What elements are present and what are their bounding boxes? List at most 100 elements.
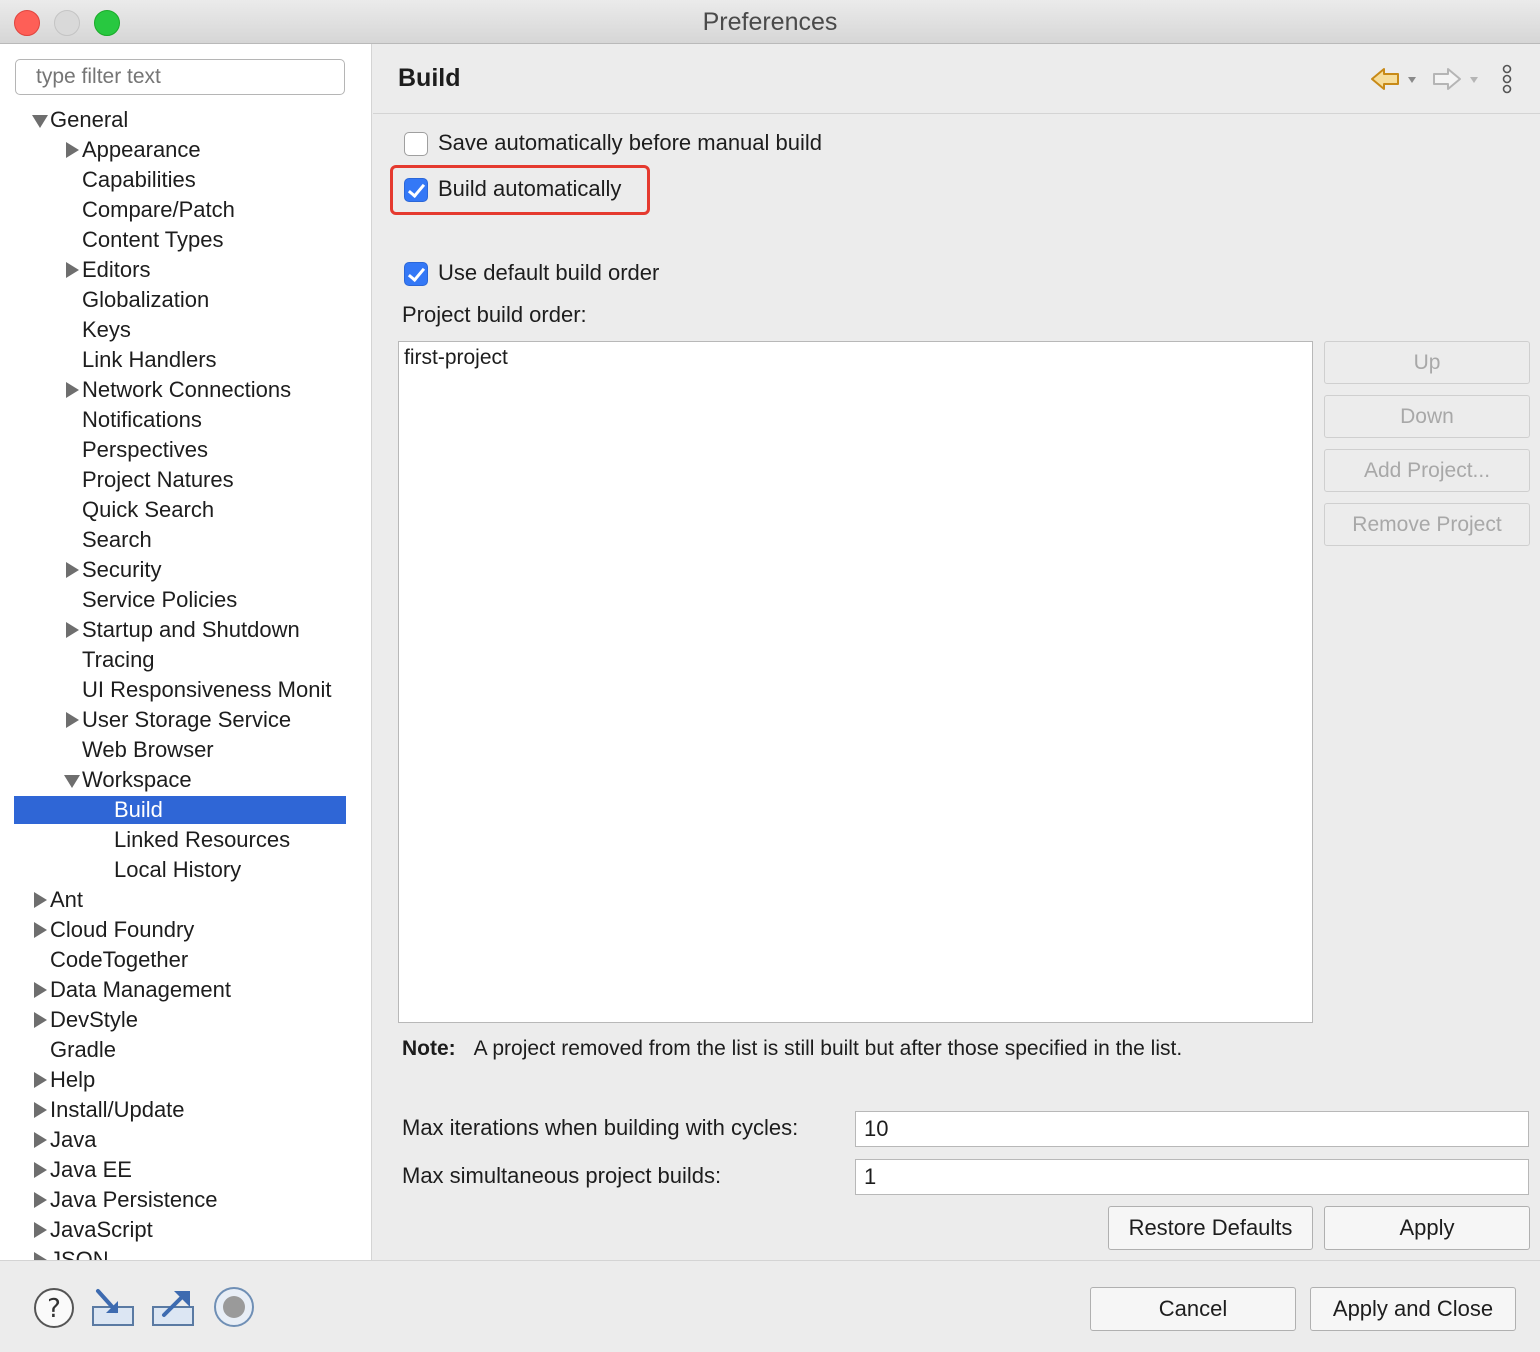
tree-item[interactable]: Data Management — [0, 975, 346, 1005]
tree-item[interactable]: Local History — [0, 855, 346, 885]
tree-item-label: Globalization — [82, 287, 210, 312]
tree-item[interactable]: Quick Search — [0, 495, 346, 525]
tree-item[interactable]: Network Connections — [0, 375, 346, 405]
tree-item[interactable]: Service Policies — [0, 585, 346, 615]
tree-item-label: Network Connections — [82, 377, 292, 402]
tree-item[interactable]: Ant — [0, 885, 346, 915]
expand-arrow-icon[interactable] — [32, 1215, 48, 1245]
collapse-arrow-icon[interactable] — [64, 765, 80, 795]
tree-item[interactable]: Java Persistence — [0, 1185, 346, 1215]
expand-arrow-icon[interactable] — [64, 705, 80, 735]
tree-item-label: Build — [114, 797, 163, 822]
export-icon[interactable] — [150, 1287, 196, 1329]
build-automatically-checkbox[interactable] — [404, 178, 428, 202]
tree-item[interactable]: Content Types — [0, 225, 346, 255]
expand-arrow-icon[interactable] — [32, 885, 48, 915]
forward-arrow-icon[interactable] — [1431, 64, 1489, 94]
remove-project-button[interactable]: Remove Project — [1324, 503, 1530, 546]
tree-item[interactable]: Install/Update — [0, 1095, 346, 1125]
expand-arrow-icon[interactable] — [64, 255, 80, 285]
expand-arrow-icon[interactable] — [64, 555, 80, 585]
max-builds-input[interactable]: 1 — [855, 1159, 1529, 1195]
page-title: Build — [398, 64, 461, 92]
tree-item[interactable]: Globalization — [0, 285, 346, 315]
tree-item[interactable]: Build — [0, 795, 346, 825]
help-icon[interactable]: ? — [33, 1287, 75, 1329]
tree-item[interactable]: Link Handlers — [0, 345, 346, 375]
tree-item[interactable]: Appearance — [0, 135, 346, 165]
tree-item-label: Tracing — [82, 647, 155, 672]
tree-item[interactable]: Java EE — [0, 1155, 346, 1185]
expand-arrow-icon[interactable] — [32, 975, 48, 1005]
tree-item-label: Compare/Patch — [82, 197, 235, 222]
use-default-build-order-label[interactable]: Use default build order — [438, 260, 659, 286]
max-iterations-label: Max iterations when building with cycles… — [402, 1115, 799, 1140]
tree-item[interactable]: UI Responsiveness Monit — [0, 675, 346, 705]
tree-item[interactable]: Gradle — [0, 1035, 346, 1065]
tree-item[interactable]: Help — [0, 1065, 346, 1095]
tree-item[interactable]: Capabilities — [0, 165, 346, 195]
record-icon[interactable] — [212, 1285, 256, 1329]
use-default-build-order-checkbox[interactable] — [404, 262, 428, 286]
tree-item[interactable]: Search — [0, 525, 346, 555]
expand-arrow-icon[interactable] — [32, 915, 48, 945]
expand-arrow-icon[interactable] — [32, 1065, 48, 1095]
tree-item[interactable]: CodeTogether — [0, 945, 346, 975]
dialog-footer: ? Cancel Apply and Close — [0, 1260, 1540, 1352]
expand-arrow-icon[interactable] — [64, 615, 80, 645]
tree-item[interactable]: Linked Resources — [0, 825, 346, 855]
cancel-button[interactable]: Cancel — [1090, 1287, 1296, 1331]
tree-item[interactable]: Project Natures — [0, 465, 346, 495]
tree-item[interactable]: Workspace — [0, 765, 346, 795]
tree-item-label: Java EE — [50, 1157, 132, 1182]
max-builds-label: Max simultaneous project builds: — [402, 1163, 722, 1188]
tree-item-label: User Storage Service — [82, 707, 292, 732]
restore-defaults-button[interactable]: Restore Defaults — [1108, 1206, 1313, 1250]
apply-and-close-button[interactable]: Apply and Close — [1310, 1287, 1516, 1331]
import-icon[interactable] — [90, 1287, 136, 1329]
expand-arrow-icon[interactable] — [32, 1125, 48, 1155]
tree-item[interactable]: JSON — [0, 1245, 346, 1260]
tree-item[interactable]: Perspectives — [0, 435, 346, 465]
page-header: Build — [373, 44, 1540, 114]
project-build-order-list[interactable]: first-project — [398, 341, 1313, 1023]
filter-input[interactable] — [15, 59, 345, 95]
tree-item-label: JavaScript — [50, 1217, 153, 1242]
tree-item[interactable]: Keys — [0, 315, 346, 345]
save-before-build-label[interactable]: Save automatically before manual build — [438, 130, 822, 156]
tree-item[interactable]: Security — [0, 555, 346, 585]
apply-button[interactable]: Apply — [1324, 1206, 1530, 1250]
expand-arrow-icon[interactable] — [64, 375, 80, 405]
down-button[interactable]: Down — [1324, 395, 1530, 438]
max-iterations-input[interactable]: 10 — [855, 1111, 1529, 1147]
save-before-build-checkbox[interactable] — [404, 132, 428, 156]
expand-arrow-icon[interactable] — [32, 1005, 48, 1035]
tree-item[interactable]: DevStyle — [0, 1005, 346, 1035]
tree-item[interactable]: Tracing — [0, 645, 346, 675]
build-automatically-label[interactable]: Build automatically — [438, 176, 621, 202]
expand-arrow-icon[interactable] — [32, 1185, 48, 1215]
expand-arrow-icon[interactable] — [32, 1155, 48, 1185]
tree-item-label: JSON — [50, 1247, 109, 1260]
expand-arrow-icon[interactable] — [32, 1245, 48, 1260]
expand-arrow-icon[interactable] — [64, 135, 80, 165]
expand-arrow-icon[interactable] — [32, 1095, 48, 1125]
up-button[interactable]: Up — [1324, 341, 1530, 384]
tree-item[interactable]: Java — [0, 1125, 346, 1155]
tree-item[interactable]: User Storage Service — [0, 705, 346, 735]
tree-item[interactable]: JavaScript — [0, 1215, 346, 1245]
tree-item[interactable]: Web Browser — [0, 735, 346, 765]
tree-item-label: Install/Update — [50, 1097, 185, 1122]
back-arrow-icon[interactable] — [1369, 64, 1427, 94]
tree-item[interactable]: General — [0, 105, 346, 135]
tree-item[interactable]: Startup and Shutdown — [0, 615, 346, 645]
tree-item-label: Startup and Shutdown — [82, 617, 300, 642]
tree-item[interactable]: Editors — [0, 255, 346, 285]
tree-item[interactable]: Notifications — [0, 405, 346, 435]
view-menu-icon[interactable] — [1500, 64, 1514, 96]
list-item[interactable]: first-project — [404, 346, 508, 370]
collapse-arrow-icon[interactable] — [32, 105, 48, 135]
tree-item[interactable]: Compare/Patch — [0, 195, 346, 225]
tree-item[interactable]: Cloud Foundry — [0, 915, 346, 945]
add-project-button[interactable]: Add Project... — [1324, 449, 1530, 492]
